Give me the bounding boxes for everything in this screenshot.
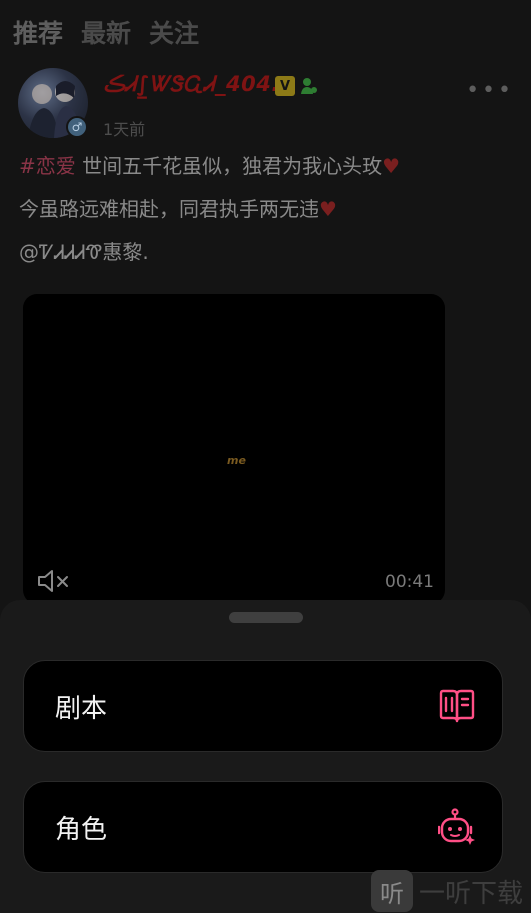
video-duration: 00:41 xyxy=(385,572,434,592)
tab-latest[interactable]: 最新 xyxy=(81,14,131,50)
feed-tabs: 推荐 最新 关注 xyxy=(13,14,199,50)
post-line-2: 今虽路远难相赴，同君执手两无违♥ xyxy=(19,195,519,223)
author-username[interactable]: ڪᏗ⨜ᏔᏕᏩᏗ_404. xyxy=(103,72,280,97)
user-badge-icon xyxy=(300,76,318,96)
hashtag-link[interactable]: #恋爱 xyxy=(19,154,76,178)
role-option-label: 角色 xyxy=(55,814,108,845)
bottom-sheet: 剧本 角色 xyxy=(0,600,531,913)
verified-badge-icon: V xyxy=(275,76,295,96)
heart-icon: ♥ xyxy=(382,154,401,178)
post-line-2-text: 今虽路远难相赴，同君执手两无违 xyxy=(19,197,319,221)
post-time: 1天前 xyxy=(103,120,146,139)
author-badges: V xyxy=(275,76,318,96)
volume-muted-icon[interactable] xyxy=(37,569,71,593)
post-line-3: @ᏤᏗᏗᏗᏡ惠黎. xyxy=(19,238,519,266)
tab-recommended[interactable]: 推荐 xyxy=(13,14,63,50)
script-option-label: 剧本 xyxy=(55,693,108,724)
author-avatar[interactable]: ♂ xyxy=(18,68,88,138)
male-icon: ♂ xyxy=(66,116,88,138)
role-option-button[interactable]: 角色 xyxy=(23,781,503,873)
heart-icon: ♥ xyxy=(319,197,337,221)
video-logo: me xyxy=(227,454,246,467)
book-icon xyxy=(439,689,475,723)
robot-icon xyxy=(438,808,475,845)
tab-following[interactable]: 关注 xyxy=(149,14,199,50)
watermark: 听 一听下载 xyxy=(371,870,523,912)
sheet-drag-handle[interactable] xyxy=(229,612,303,623)
post-line-1-text: 世间五千花虽似，独君为我心头玫 xyxy=(75,154,383,178)
mention-link[interactable]: @ᏤᏗᏗᏗᏡ惠黎. xyxy=(19,240,149,264)
watermark-logo: 听 xyxy=(371,870,413,912)
more-dots-icon[interactable]: ••• xyxy=(466,78,514,103)
post-body: #恋爱 世间五千花虽似，独君为我心头玫♥ 今虽路远难相赴，同君执手两无违♥ @Ꮴ… xyxy=(19,152,519,281)
script-option-button[interactable]: 剧本 xyxy=(23,660,503,752)
watermark-text: 一听下载 xyxy=(419,878,524,909)
post-line-1: #恋爱 世间五千花虽似，独君为我心头玫♥ xyxy=(19,152,519,180)
video-player[interactable]: me 00:41 xyxy=(23,294,445,604)
